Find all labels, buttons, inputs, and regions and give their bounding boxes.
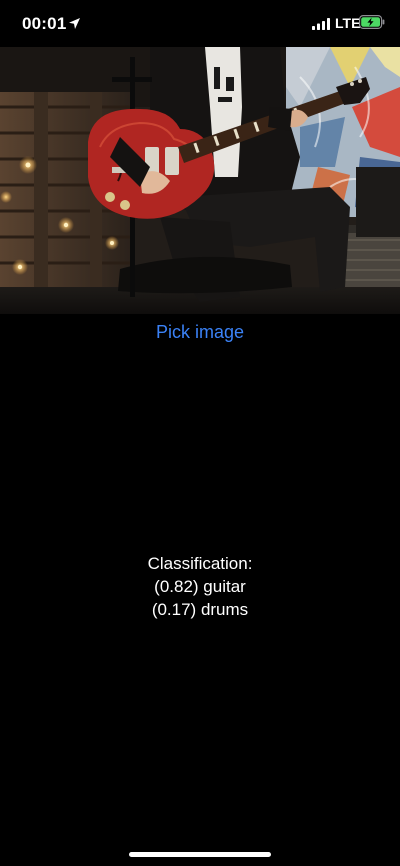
classification-result: Classification: (0.82) guitar (0.17) dru… bbox=[0, 552, 400, 621]
location-arrow-icon bbox=[68, 17, 81, 30]
classification-heading: Classification: bbox=[147, 554, 253, 573]
classification-item: (0.17) drums bbox=[151, 600, 249, 619]
status-bar: 00:01 LTE bbox=[0, 0, 400, 48]
cellular-signal-icon bbox=[312, 17, 330, 30]
classification-item: (0.82) guitar bbox=[154, 577, 246, 596]
home-indicator[interactable] bbox=[129, 852, 271, 857]
pick-image-button[interactable]: Pick image bbox=[0, 322, 400, 348]
status-time: 00:01 bbox=[22, 14, 67, 33]
guitar-player-photo bbox=[0, 47, 400, 314]
battery-charging-icon bbox=[359, 15, 385, 30]
network-type-label: LTE bbox=[335, 15, 361, 31]
